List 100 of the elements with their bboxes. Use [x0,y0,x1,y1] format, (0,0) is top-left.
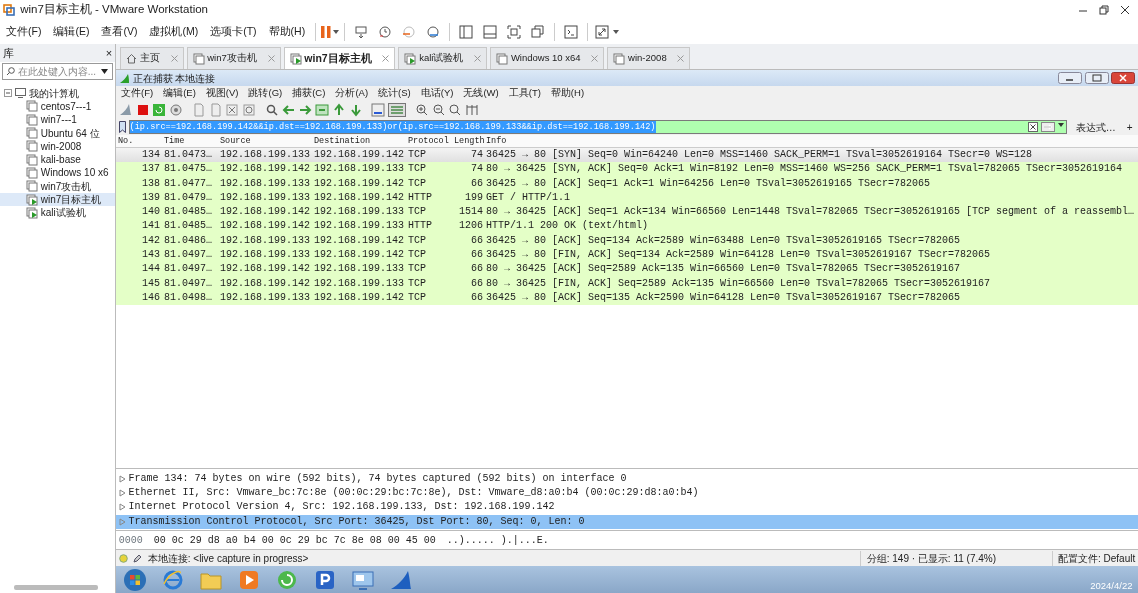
tree-item[interactable]: Ubuntu 64 位 [0,126,115,140]
snapshot-icon[interactable] [378,25,393,39]
detail-row[interactable]: Internet Protocol Version 4, Src: 192.168.199.133, Dst: 192.168.199.142 [128,500,1138,515]
dropdown-caret-icon[interactable] [100,68,108,75]
send-keys-icon[interactable] [354,25,369,39]
menu-item[interactable]: 分析(A) [330,86,374,101]
goto-packet-icon[interactable] [315,103,329,117]
menu-item[interactable]: 编辑(E) [158,86,201,101]
reload-icon[interactable] [242,103,256,117]
open-file-icon[interactable] [191,103,206,117]
sidebar-layout-icon[interactable] [459,25,474,39]
parking-icon[interactable] [314,568,336,591]
tab[interactable]: kali试验机 [398,47,488,69]
back-arrow-icon[interactable] [281,103,296,117]
forward-arrow-icon[interactable] [298,103,313,117]
normal-size-icon[interactable] [448,103,463,117]
menu-item[interactable]: 统计(S) [373,86,416,101]
menu-item[interactable]: 无线(W) [458,86,504,101]
caret-icon[interactable] [612,28,621,36]
console-icon[interactable] [564,25,579,39]
menu-item[interactable]: 捕获(C) [287,86,331,101]
column-header[interactable]: No. [116,134,162,148]
collapse-icon[interactable] [4,89,12,98]
remote-desktop-icon[interactable] [351,568,375,591]
scrollbar-thumb[interactable] [14,585,98,590]
close-file-icon[interactable] [225,103,240,117]
dropdown-caret-icon[interactable] [1057,122,1064,128]
start-button[interactable] [123,567,147,592]
close-button[interactable] [1111,72,1136,84]
edit-icon[interactable] [133,553,143,563]
packet-row[interactable]: 144 81.0497… 192.168.199.142 192.168.199.133 TCP 66 80 → 36425 [ACK] Seq=2589 Ack=135 Win=66560 Len=0 TSval=782065 TSecr=3052619167 [116,262,1138,277]
tab[interactable]: 主页 [120,47,184,69]
resize-columns-icon[interactable] [465,103,479,117]
options-icon[interactable] [169,103,183,117]
expression-button[interactable]: 表达式… [1070,119,1122,135]
packet-row[interactable]: 143 81.0497… 192.168.199.133 192.168.199.142 TCP 66 36425 → 80 [FIN, ACK] Seq=134 Ack=2589 Win=64128 Len=0 TSval=3052619167 TSecr=782065 [116,248,1138,263]
menu-item[interactable]: 文件(F) [0,24,48,40]
file-icon[interactable] [208,103,223,117]
zoom-out-icon[interactable] [431,103,446,117]
bookmark-icon[interactable] [118,121,126,133]
tree-item[interactable]: win7目标主机 [0,192,115,207]
add-filter-button[interactable]: + [1123,119,1136,135]
menu-item[interactable]: 工具(T) [503,86,546,101]
tree-item[interactable]: win-2008 [0,139,115,153]
packet-row[interactable]: 134 81.0473… 192.168.199.133 192.168.199.142 TCP 74 36425 → 80 [SYN] Seq=0 Win=64240 Len=0 MSS=1460 SACK_PERM=1 TSval=3052619164 TSecr=0 WS=128 [116,148,1138,163]
unity-icon[interactable] [531,25,546,39]
tab[interactable]: win7攻击机 [186,47,281,69]
tab[interactable]: win7目标主机 [283,47,396,69]
snapshot-manager-icon[interactable] [426,25,441,39]
packet-row[interactable]: 141 81.0485… 192.168.199.142 192.168.199.133 HTTP 1206 HTTP/1.1 200 OK (text/html) [116,219,1138,234]
thumbnail-layout-icon[interactable] [483,25,498,39]
minimize-button[interactable] [1057,72,1082,84]
tree-item[interactable]: win7---1 [0,113,115,127]
menu-item[interactable]: 帮助(H) [262,24,312,40]
clear-icon[interactable] [1028,122,1039,132]
tab[interactable]: win-2008 [607,47,691,69]
menu-item[interactable]: 文件(F) [116,86,159,101]
tree-item[interactable]: win7攻击机 [0,179,115,193]
pause-icon[interactable] [320,25,333,39]
menu-item[interactable]: 虚拟机(M) [143,24,205,40]
restore-icon[interactable] [1098,5,1109,15]
browser-icon[interactable] [162,568,184,591]
fullscreen-icon[interactable] [507,25,522,39]
menu-item[interactable]: 帮助(H) [545,86,590,101]
close-icon[interactable] [1119,5,1130,15]
tab[interactable]: Windows 10 x64 [490,47,605,69]
column-header[interactable]: Protocol [408,134,452,148]
menu-item[interactable]: 查看(V) [95,24,144,40]
restart-icon[interactable] [152,103,167,117]
revert-snapshot-icon[interactable] [402,25,417,39]
detail-row[interactable]: Ethernet II, Src: Vmware_bc:7c:8e (00:0c:29:bc:7c:8e), Dst: Vmware_d8:a0:b4 (00:0c:29:d8:a0:b4) [128,486,1138,501]
search-field[interactable]: 在此处键入内容... [2,63,113,80]
tree-item[interactable]: kali试验机 [0,206,115,220]
detail-row[interactable]: Frame 134: 74 bytes on wire (592 bits), 74 bytes captured (592 bits) on interface 0 [128,471,1138,487]
column-header[interactable]: Destination [314,134,408,148]
column-header[interactable]: Info [486,134,1138,148]
tree-item[interactable]: centos7---1 [0,99,115,114]
stretch-icon[interactable] [595,25,610,39]
stop-icon[interactable] [135,103,150,117]
first-packet-icon[interactable] [331,103,346,117]
refresh-icon[interactable] [276,568,298,591]
column-header[interactable]: Time [162,134,220,148]
column-header[interactable]: Length [452,134,486,148]
menu-item[interactable]: 跳转(G) [243,86,288,101]
packet-row[interactable]: 137 81.0475… 192.168.199.142 192.168.199.133 TCP 74 80 → 36425 [SYN, ACK] Seq=0 Ack=1 Win=8192 Len=0 MSS=1460 WS=256 SACK_PERM=1 TSval=782065 TSecr=3052619164 [116,162,1138,177]
column-header[interactable]: Source [220,134,314,148]
menu-item[interactable]: 视图(V) [200,86,244,101]
media-player-icon[interactable] [238,568,260,591]
find-icon[interactable] [264,103,279,117]
profile-label[interactable]: 配置文件: Default [1051,550,1136,566]
zoom-in-icon[interactable] [414,103,429,117]
tree-item[interactable]: 我的计算机 [0,86,115,100]
tree-item[interactable]: kali-base [0,153,115,167]
packet-row[interactable]: 140 81.0485… 192.168.199.142 192.168.199.133 TCP 1514 80 → 36425 [ACK] Seq=1 Ack=134 Win=66560 Len=1448 TSval=782065 TSecr=3052619165 [TCP segment of a reassembl… [116,205,1138,220]
last-packet-icon[interactable] [348,103,363,117]
close-button[interactable]: × [105,44,113,62]
menu-item[interactable]: 编辑(E) [47,24,96,40]
menu-item[interactable]: 选项卡(T) [204,24,263,40]
menu-item[interactable]: 电话(Y) [415,86,459,101]
caret-icon[interactable] [332,28,341,36]
